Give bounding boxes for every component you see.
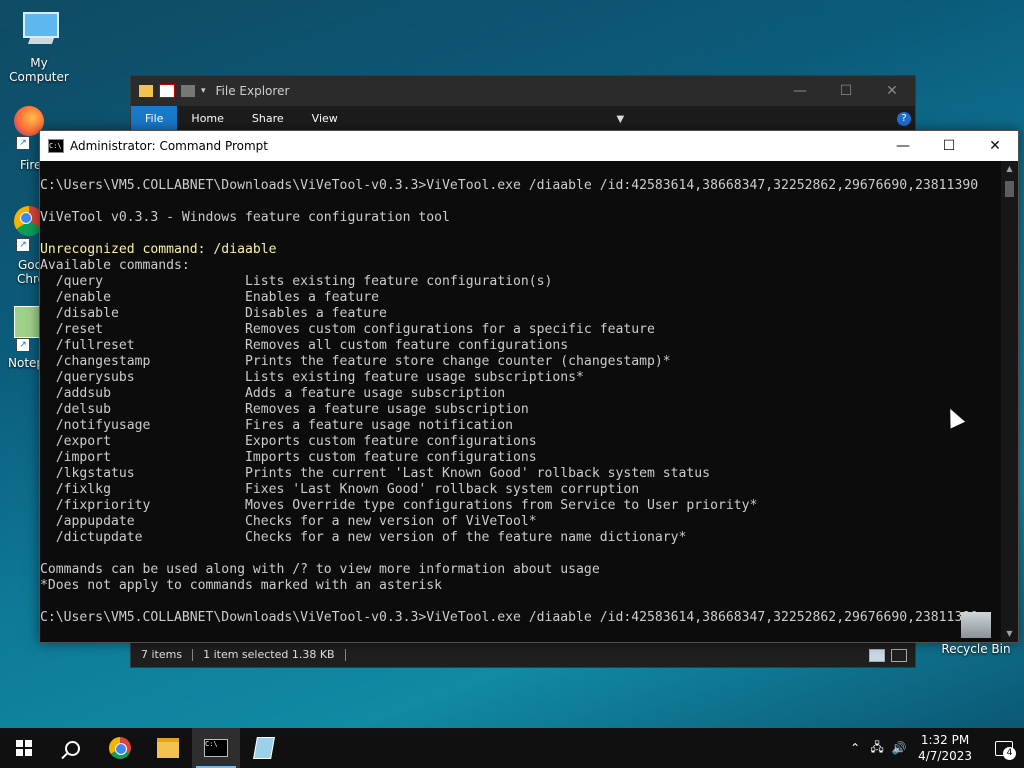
tab-share[interactable]: Share (238, 106, 298, 132)
item-count: 7 items (131, 649, 194, 661)
maximize-button[interactable]: ☐ (926, 138, 972, 154)
console-line: /query Lists existing feature configurat… (40, 274, 553, 289)
desktop-icon-label: My Computer (9, 56, 69, 84)
taskbar-notepad[interactable] (240, 728, 288, 768)
console-line: /querysubs Lists existing feature usage … (40, 370, 584, 385)
close-button[interactable]: ✕ (972, 138, 1018, 154)
desktop-icon-my-computer[interactable]: My Computer (1, 8, 77, 84)
windows-logo-icon (16, 740, 32, 756)
minimize-button[interactable]: — (880, 138, 926, 154)
chevron-down-icon[interactable]: ▾ (201, 86, 206, 96)
scroll-up-icon[interactable]: ▲ (1001, 161, 1018, 177)
minimize-button[interactable]: — (777, 83, 823, 99)
folder-icon (157, 738, 179, 758)
cmd-icon: C:\ (48, 139, 64, 153)
quick-access-toolbar: ▾ (131, 84, 206, 98)
desktop-icon-label: Recycle Bin (941, 642, 1011, 656)
console-line: /import Imports custom feature configura… (40, 450, 537, 465)
console-line: /addsub Adds a feature usage subscriptio… (40, 386, 506, 401)
search-button[interactable] (48, 728, 96, 768)
new-folder-icon[interactable] (181, 85, 195, 97)
console-line: ViVeTool v0.3.3 - Windows feature config… (40, 210, 450, 225)
expand-ribbon-icon[interactable]: ▼ (617, 114, 625, 125)
large-icons-view-icon[interactable] (891, 648, 907, 662)
vertical-scrollbar[interactable]: ▲ ▼ (1001, 161, 1018, 642)
cmd-titlebar[interactable]: C:\ Administrator: Command Prompt — ☐ ✕ (40, 131, 1018, 161)
search-icon (64, 740, 80, 756)
recycle-bin-icon (961, 612, 991, 638)
shortcut-arrow-icon: ↗ (16, 136, 30, 150)
console-line: C:\Users\VM5.COLLABNET\Downloads\ViVeToo… (40, 610, 979, 625)
console-line: /delsub Removes a feature usage subscrip… (40, 402, 529, 417)
clock[interactable]: 1:32 PM 4/7/2023 (918, 732, 972, 764)
help-icon[interactable]: ? (897, 112, 911, 126)
ribbon-tabs: File Home Share View ▼ ? (131, 106, 915, 132)
console-line: /export Exports custom feature configura… (40, 434, 537, 449)
tab-home[interactable]: Home (177, 106, 237, 132)
status-bar: 7 items 1 item selected 1.38 KB (131, 643, 915, 667)
desktop-icon-recycle-bin[interactable]: Recycle Bin (938, 612, 1014, 656)
details-view-icon[interactable] (869, 648, 885, 662)
tab-file[interactable]: File (131, 106, 178, 132)
taskbar-chrome[interactable] (96, 728, 144, 768)
network-icon[interactable]: 🖧 (866, 738, 888, 759)
clock-date: 4/7/2023 (918, 749, 972, 763)
console-line: /dictupdate Checks for a new version of … (40, 530, 687, 545)
notepad-icon (253, 737, 275, 759)
cmd-icon: C:\ (204, 739, 228, 757)
chevron-up-icon[interactable]: ⌃ (844, 741, 866, 755)
console-line: Unrecognized command: /diaable (40, 242, 277, 257)
computer-icon (17, 8, 61, 52)
clock-time: 1:32 PM (920, 733, 970, 747)
command-prompt-window[interactable]: C:\ Administrator: Command Prompt — ☐ ✕ … (39, 130, 1019, 643)
window-title: File Explorer (215, 84, 290, 98)
system-tray: ⌃ 🖧 🔊 1:32 PM 4/7/2023 4 (844, 728, 1024, 768)
tab-view[interactable]: View (298, 106, 352, 132)
notification-count: 4 (1003, 747, 1016, 760)
console-line: /fullreset Removes all custom feature co… (40, 338, 569, 353)
console-line: /changestamp Prints the feature store ch… (40, 354, 671, 369)
close-button[interactable]: ✕ (869, 83, 915, 99)
maximize-button[interactable]: ☐ (823, 83, 869, 99)
action-center-button[interactable]: 4 (984, 728, 1024, 768)
console-line: /notifyusage Fires a feature usage notif… (40, 418, 513, 433)
console-line: /reset Removes custom configurations for… (40, 322, 655, 337)
file-explorer-titlebar[interactable]: ▾ File Explorer — ☐ ✕ (131, 76, 915, 106)
selection-info: 1 item selected 1.38 KB (193, 649, 346, 661)
console-line: /lkgstatus Prints the current 'Last Know… (40, 466, 711, 481)
start-button[interactable] (0, 728, 48, 768)
scroll-thumb[interactable] (1005, 181, 1014, 197)
folder-icon[interactable] (139, 85, 153, 97)
taskbar: C:\ ⌃ 🖧 🔊 1:32 PM 4/7/2023 4 (0, 728, 1024, 768)
properties-icon[interactable] (159, 84, 175, 98)
console-line: /disable Disables a feature (40, 306, 387, 321)
notepad-icon (14, 306, 42, 338)
console-line: /fixpriority Moves Override type configu… (40, 498, 758, 513)
taskbar-file-explorer[interactable] (144, 728, 192, 768)
console-line: Commands can be used along with /? to vi… (40, 562, 600, 577)
console-line: /enable Enables a feature (40, 290, 379, 305)
chrome-icon (109, 737, 131, 759)
console-line: *Does not apply to commands marked with … (40, 578, 443, 593)
shortcut-arrow-icon: ↗ (16, 338, 30, 352)
console-line: Available commands: (40, 258, 190, 273)
taskbar-command-prompt[interactable]: C:\ (192, 728, 240, 768)
console-line: /appupdate Checks for a new version of V… (40, 514, 537, 529)
window-title: Administrator: Command Prompt (70, 139, 268, 153)
console-line: C:\Users\VM5.COLLABNET\Downloads\ViVeToo… (40, 178, 979, 193)
shortcut-arrow-icon: ↗ (16, 238, 30, 252)
console-output[interactable]: C:\Users\VM5.COLLABNET\Downloads\ViVeToo… (40, 178, 1000, 634)
console-line: /fixlkg Fixes 'Last Known Good' rollback… (40, 482, 640, 497)
volume-icon[interactable]: 🔊 (888, 741, 910, 755)
